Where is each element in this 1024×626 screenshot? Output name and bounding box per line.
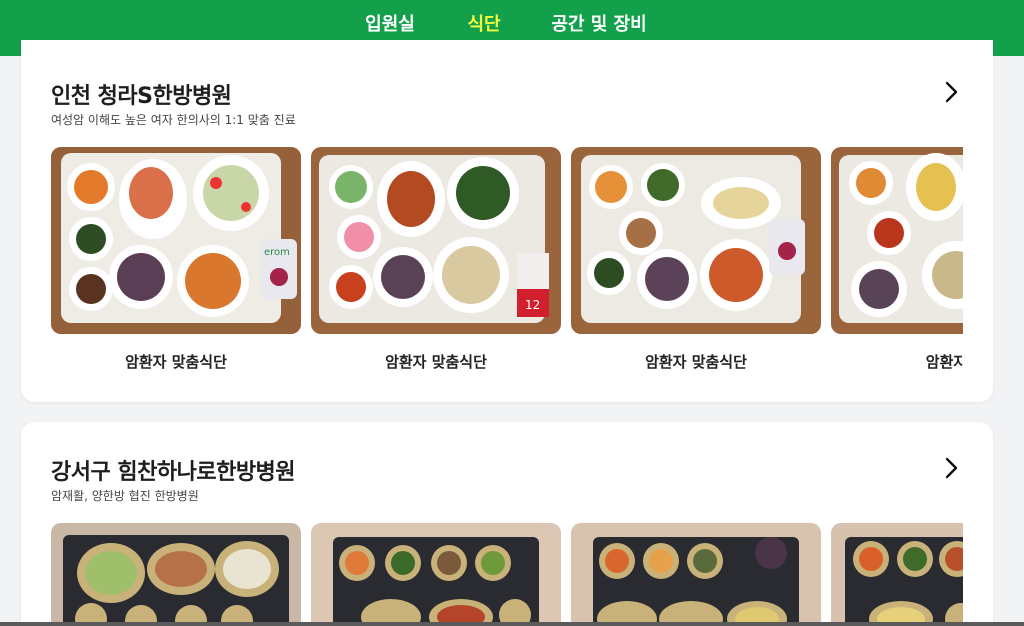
horizontal-scrollbar[interactable] [0, 622, 1024, 626]
package-number-label: 12 [525, 298, 540, 312]
hospital-card: 인천 청라S한방병원 여성암 이해도 높은 여자 한의사의 1:1 맞춤 진료 … [21, 40, 993, 402]
hospital-name[interactable]: 인천 청라S한방병원 [51, 78, 232, 110]
meal-caption: 암환자 맞춤식단 [125, 353, 227, 371]
hospital-card: 강서구 힘찬하나로한방병원 암재활, 양한방 협진 한방병원 [21, 422, 993, 626]
chevron-right-icon[interactable] [939, 456, 963, 480]
meal-photo[interactable]: 12 [311, 147, 561, 334]
meal-caption: 암환자 및 [925, 353, 963, 371]
chevron-right-icon[interactable] [939, 80, 963, 104]
meal-caption: 암환자 맞춤식단 [645, 353, 747, 371]
meal-photo[interactable] [51, 523, 301, 626]
meal-photo-strip[interactable]: erom 12 암환자 맞춤식단 암환자 맞춤식단 암환자 맞춤식단 암환자 [51, 147, 963, 387]
erom-label: erom [264, 247, 290, 258]
meal-photo[interactable] [571, 523, 821, 626]
meal-photo[interactable] [831, 147, 963, 334]
meal-photo[interactable] [311, 523, 561, 626]
hospital-subtitle: 여성암 이해도 높은 여자 한의사의 1:1 맞춤 진료 [51, 113, 296, 127]
meal-photo[interactable] [831, 523, 963, 626]
meal-photo[interactable]: erom [51, 147, 301, 334]
meal-photo[interactable] [571, 147, 821, 334]
hospital-name[interactable]: 강서구 힘찬하나로한방병원 [51, 454, 296, 486]
hospital-subtitle: 암재활, 양한방 협진 한방병원 [51, 489, 199, 503]
meal-caption: 암환자 맞춤식단 [385, 353, 487, 371]
meal-photo-strip[interactable] [51, 523, 963, 626]
